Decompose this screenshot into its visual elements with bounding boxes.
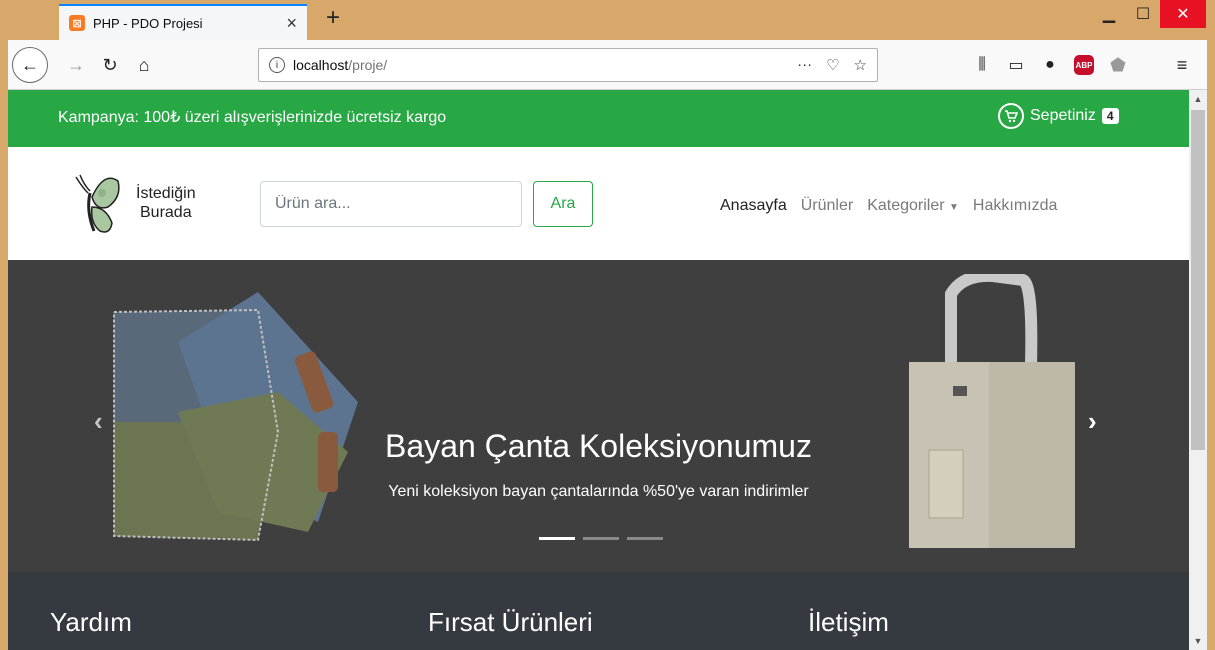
scroll-up-icon[interactable]: ▲ [1189,90,1207,108]
back-button[interactable]: ← [12,47,48,83]
carousel-subtitle: Yeni koleksiyon bayan çantalarında %50'y… [388,483,809,500]
carousel-next-icon[interactable]: › [1088,406,1097,437]
logo-line-1: İstediğin [136,185,196,202]
carousel-title: Bayan Çanta Koleksiyonumuz [385,428,812,464]
carousel-indicators [539,537,663,540]
info-icon[interactable]: i [269,57,285,73]
menu-urunler[interactable]: Ürünler [801,197,853,215]
carousel-prev-icon[interactable]: ‹ [94,406,103,437]
bag-image-right [909,274,1075,548]
promo-text: Kampanya: 100₺ üzeri alışverişlerinizde … [58,109,447,126]
tab-title: PHP - PDO Projesi [93,15,203,31]
promo-bar: Kampanya: 100₺ üzeri alışverişlerinizde … [8,90,1189,147]
shield-icon[interactable]: ⬟ [1104,51,1132,79]
site-footer: Yardım Fırsat Ürünleri İletişim [8,572,1189,650]
bag-image-left [113,292,358,542]
xampp-icon: ⊠ [69,15,85,31]
page-scrollbar[interactable]: ▲ ▼ [1189,90,1207,650]
caret-down-icon: ▼ [949,202,959,213]
title-bar: ⊠ PHP - PDO Projesi × + ▁ ☐ ✕ [8,0,1207,40]
close-tab-icon[interactable]: × [286,14,297,32]
address-bar[interactable]: i localhost /proje/ ··· ♡ ☆ [258,48,878,82]
new-tab-button[interactable]: + [326,6,340,30]
adblock-icon[interactable]: ABP [1070,51,1098,79]
url-path: /proje/ [348,57,388,73]
menu-hakkimizda[interactable]: Hakkımızda [973,197,1057,215]
url-host: localhost [293,57,349,73]
carousel-indicator[interactable] [627,537,663,540]
library-icon[interactable]: ⫼ [968,51,996,79]
sidebar-icon[interactable]: ▭ [1002,51,1030,79]
pocket-icon[interactable]: ♡ [826,56,839,74]
minimize-button[interactable]: ▁ [1092,0,1126,28]
browser-tab[interactable]: ⊠ PHP - PDO Projesi × [59,4,307,40]
search-button[interactable]: Ara [533,181,593,227]
menu-kategoriler[interactable]: Kategoriler ▼ [867,197,959,215]
cart-label: Sepetiniz [1030,107,1096,124]
site-header: İstediğin Burada Ara Anasayfa Ürünler Ka… [8,147,1189,260]
close-window-button[interactable]: ✕ [1160,0,1206,28]
footer-heading-firsat: Fırsat Ürünleri [428,607,593,637]
footer-heading-iletisim: İletişim [808,607,889,637]
carousel-indicator[interactable] [583,537,619,540]
site-logo[interactable]: İstediğin Burada [70,167,196,239]
extension-icon[interactable]: ● [1036,51,1064,79]
maximize-button[interactable]: ☐ [1126,0,1160,28]
search-input[interactable] [260,181,522,227]
menu-kategoriler-label: Kategoriler [867,197,945,214]
home-button[interactable]: ⌂ [130,51,158,79]
menu-icon[interactable]: ≡ [1168,51,1196,79]
forward-button[interactable]: → [62,51,90,79]
main-menu: Anasayfa Ürünler Kategoriler ▼ Hakkımızd… [720,197,1057,215]
reload-button[interactable]: ↻ [96,51,124,79]
cart-icon [998,103,1024,129]
page-viewport: Kampanya: 100₺ üzeri alışverişlerinizde … [8,90,1207,650]
menu-anasayfa[interactable]: Anasayfa [720,197,787,215]
butterfly-icon [75,174,120,233]
browser-window: ⊠ PHP - PDO Projesi × + ▁ ☐ ✕ ← → ↻ ⌂ i … [8,0,1207,650]
page-actions-icon[interactable]: ··· [797,56,812,74]
logo-line-2: Burada [140,204,192,221]
footer-heading-yardim: Yardım [50,607,132,637]
bookmark-star-icon[interactable]: ☆ [854,56,867,74]
scroll-down-icon[interactable]: ▼ [1189,632,1207,650]
cart-link[interactable]: Sepetiniz 4 [998,103,1119,129]
hero-carousel: Bayan Çanta Koleksiyonumuz Yeni koleksiy… [8,260,1189,572]
scroll-thumb[interactable] [1191,110,1205,450]
browser-toolbar: ← → ↻ ⌂ i localhost /proje/ ··· ♡ ☆ ⫼ ▭ … [8,40,1207,90]
carousel-indicator[interactable] [539,537,575,540]
cart-count-badge: 4 [1101,108,1119,124]
